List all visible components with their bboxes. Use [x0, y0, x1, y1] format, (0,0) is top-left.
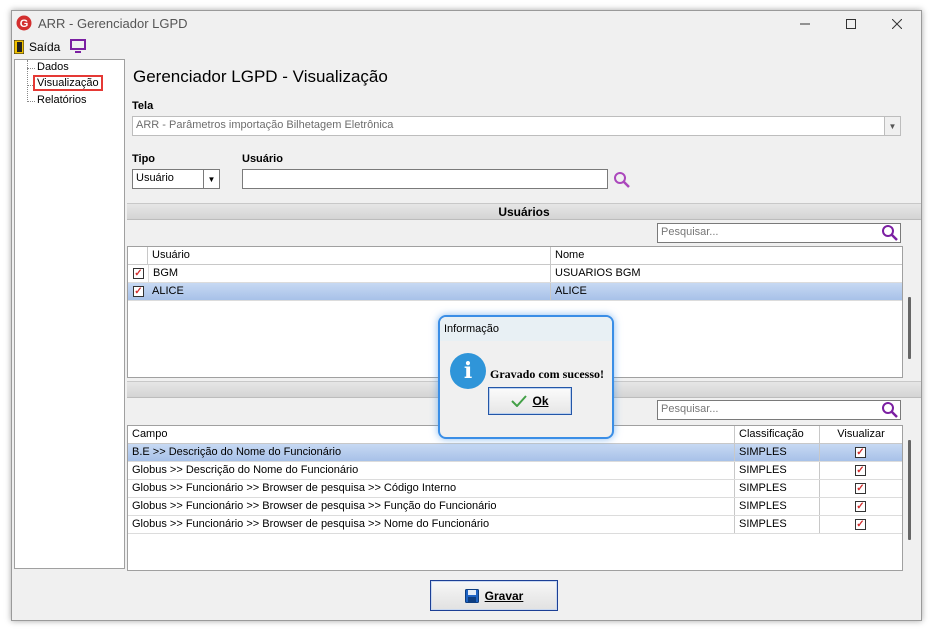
table-row[interactable]: Globus >> Descrição do Nome do Funcionár…	[128, 462, 902, 480]
info-dialog: Informação i Gravado com sucesso! Ok	[438, 315, 614, 439]
minimize-icon	[800, 23, 810, 25]
close-icon	[892, 19, 902, 29]
cell-visualizar: ✓	[820, 444, 902, 461]
tree-item-visualizacao[interactable]: Visualização	[33, 75, 103, 91]
cell-classificacao: SIMPLES	[735, 462, 820, 479]
header-cell-check	[128, 247, 148, 264]
fields-scrollbar[interactable]	[908, 440, 911, 540]
monitor-icon[interactable]	[70, 39, 86, 53]
search-icon[interactable]	[881, 224, 899, 242]
tipo-label: Tipo	[132, 153, 156, 165]
save-button[interactable]: Gravar	[430, 580, 558, 611]
tree-item-dados[interactable]: Dados	[37, 61, 69, 73]
tree-connector	[27, 60, 28, 102]
fields-search-input[interactable]: Pesquisar...	[657, 400, 901, 420]
search-icon[interactable]	[613, 171, 631, 189]
header-cell-nome[interactable]: Nome	[551, 247, 902, 264]
cell-campo: Globus >> Funcionário >> Browser de pesq…	[128, 480, 735, 497]
cell-visualizar: ✓	[820, 516, 902, 533]
maximize-button[interactable]	[828, 11, 874, 37]
close-button[interactable]	[874, 11, 920, 37]
cell-campo: Globus >> Funcionário >> Browser de pesq…	[128, 498, 735, 515]
app-logo-icon: G	[16, 15, 32, 31]
minimize-button[interactable]	[782, 11, 828, 37]
cell-nome: USUARIOS BGM	[555, 267, 641, 279]
tela-select[interactable]: ARR - Parâmetros importação Bilhetagem E…	[132, 116, 901, 136]
window-title: ARR - Gerenciador LGPD	[38, 16, 188, 31]
svg-text:G: G	[20, 18, 29, 30]
dialog-title: Informação	[440, 317, 612, 341]
table-row[interactable]: Globus >> Funcionário >> Browser de pesq…	[128, 516, 902, 534]
cell-campo: Globus >> Funcionário >> Browser de pesq…	[128, 516, 735, 533]
dialog-message: Gravado com sucesso!	[490, 367, 604, 381]
table-row[interactable]: ✓ BGM USUARIOS BGM	[128, 265, 902, 283]
ok-button-label: Ok	[532, 394, 549, 408]
table-row-selected[interactable]: ✓ ALICE ALICE	[128, 283, 902, 301]
fields-table: Campo Classificação Visualizar B.E >> De…	[127, 425, 911, 571]
cell-visualizar: ✓	[820, 480, 902, 497]
usuario-label: Usuário	[242, 153, 283, 165]
ok-button[interactable]: Ok	[488, 387, 572, 415]
tela-label: Tela	[132, 100, 154, 112]
table-row-selected[interactable]: B.E >> Descrição do Nome do Funcionário S…	[128, 444, 902, 462]
cell-campo: B.E >> Descrição do Nome do Funcionário	[128, 444, 735, 461]
visualizar-checkbox[interactable]: ✓	[855, 447, 866, 458]
info-icon: i	[450, 353, 486, 389]
cell-usuario: BGM	[148, 265, 551, 282]
cell-classificacao: SIMPLES	[735, 480, 820, 497]
tree-item-relatorios[interactable]: Relatórios	[37, 94, 87, 106]
exit-menu-item[interactable]: Saída	[14, 39, 64, 55]
floppy-disk-icon	[464, 588, 479, 603]
tipo-select-value: Usuário	[136, 172, 174, 184]
checkmark-icon	[511, 395, 528, 407]
cell-classificacao: SIMPLES	[735, 444, 820, 461]
cell-usuario: ALICE	[148, 283, 551, 300]
exit-label: Saída	[29, 40, 61, 54]
cell-visualizar: ✓	[820, 462, 902, 479]
users-scrollbar[interactable]	[908, 297, 911, 359]
tipo-select[interactable]: Usuário ▼	[132, 169, 220, 189]
visualizar-checkbox[interactable]: ✓	[855, 501, 866, 512]
navigation-tree: Dados Visualização Relatórios	[14, 59, 125, 569]
visualizar-checkbox[interactable]: ✓	[855, 465, 866, 476]
cell-visualizar: ✓	[820, 498, 902, 515]
title-bar: G ARR - Gerenciador LGPD	[12, 11, 921, 37]
page-title: Gerenciador LGPD - Visualização	[133, 67, 388, 86]
row-checkbox[interactable]: ✓	[133, 268, 144, 279]
users-table-header: Usuário Nome	[128, 247, 902, 265]
users-section-header: Usuários	[127, 203, 921, 220]
header-cell-visualizar[interactable]: Visualizar	[820, 426, 902, 443]
maximize-icon	[846, 19, 856, 29]
users-search-input[interactable]: Pesquisar...	[657, 223, 901, 243]
save-button-label: Gravar	[484, 588, 524, 603]
header-cell-classificacao[interactable]: Classificação	[735, 426, 820, 443]
table-row[interactable]: Globus >> Funcionário >> Browser de pesq…	[128, 480, 902, 498]
content-panel: Gerenciador LGPD - Visualização Tela ARR…	[127, 57, 921, 571]
tree-connector	[27, 101, 35, 102]
cell-classificacao: SIMPLES	[735, 498, 820, 515]
usuario-input[interactable]	[242, 169, 608, 189]
row-checkbox[interactable]: ✓	[133, 286, 144, 297]
menu-bar: Saída	[12, 37, 921, 57]
cell-classificacao: SIMPLES	[735, 516, 820, 533]
cell-campo: Globus >> Descrição do Nome do Funcionár…	[128, 462, 735, 479]
table-row[interactable]: Globus >> Funcionário >> Browser de pesq…	[128, 498, 902, 516]
header-cell-usuario[interactable]: Usuário	[148, 247, 551, 264]
cell-nome: ALICE	[555, 285, 587, 297]
visualizar-checkbox[interactable]: ✓	[855, 483, 866, 494]
search-icon[interactable]	[881, 401, 899, 419]
exit-door-icon	[14, 40, 24, 54]
tree-connector	[27, 68, 35, 69]
header-cell-campo[interactable]: Campo	[128, 426, 735, 443]
chevron-down-icon[interactable]: ▼	[884, 117, 900, 135]
chevron-down-icon[interactable]: ▼	[203, 170, 219, 188]
tela-select-value: ARR - Parâmetros importação Bilhetagem E…	[136, 119, 394, 131]
visualizar-checkbox[interactable]: ✓	[855, 519, 866, 530]
